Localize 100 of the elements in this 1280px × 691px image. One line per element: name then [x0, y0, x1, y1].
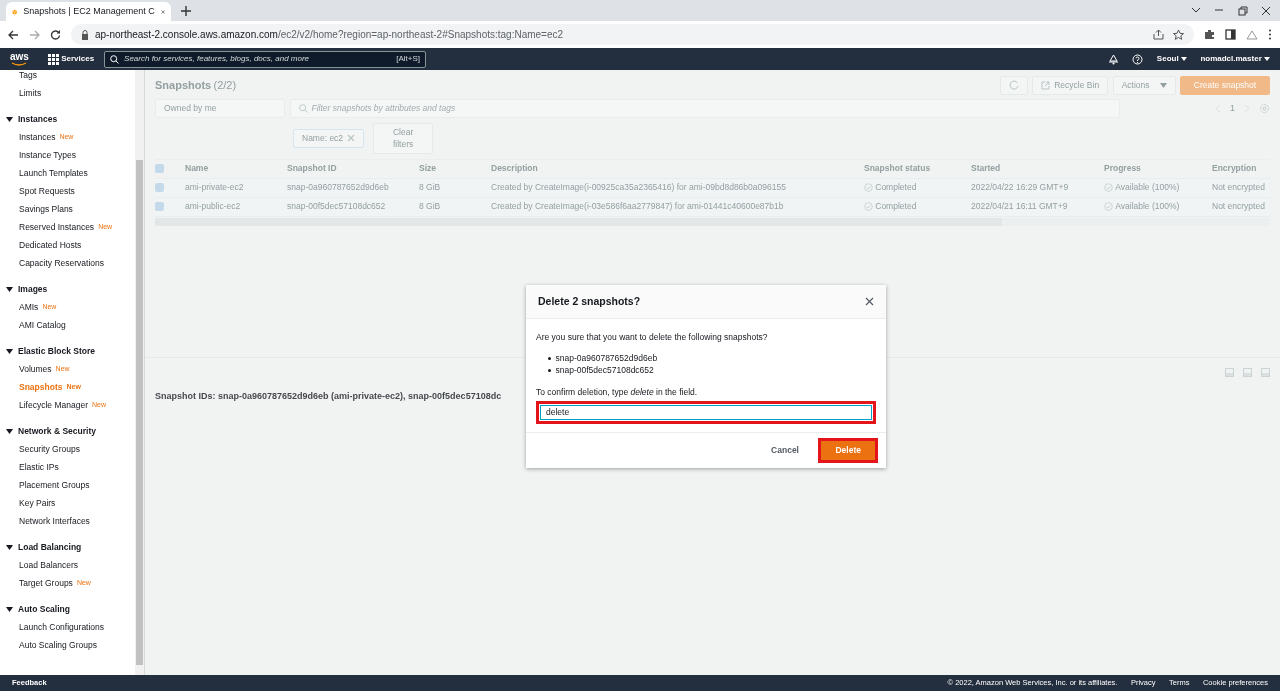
- star-icon[interactable]: [1173, 29, 1184, 40]
- sidebar-item[interactable]: Launch Configurations: [19, 620, 105, 634]
- back-icon[interactable]: [8, 29, 19, 40]
- check-circle-icon: [864, 183, 873, 192]
- sidebar-item[interactable]: Placement Groups: [19, 478, 90, 492]
- url-host: ap-northeast-2.console.aws.amazon.com: [95, 29, 278, 40]
- sidebar-item[interactable]: Instances: [19, 130, 56, 144]
- sidebar-item[interactable]: Load Balancers: [19, 558, 79, 572]
- restore-icon[interactable]: [1237, 5, 1248, 16]
- row-checkbox[interactable]: [155, 183, 164, 192]
- sidebar-item[interactable]: Tags: [6, 70, 135, 84]
- table-cell: Completed: [875, 181, 917, 194]
- sidebar-item[interactable]: Reserved Instances: [19, 220, 95, 234]
- caret-icon[interactable]: [6, 543, 13, 551]
- search-icon: [298, 104, 308, 114]
- external-link-icon: [1041, 80, 1051, 90]
- caret-icon: [1180, 57, 1187, 61]
- details-text: Snapshot IDs: snap-0a960787652d9d6eb (ami-private-ec2), snap-00f5dec57108dc: [155, 389, 502, 403]
- region-menu[interactable]: Seoul: [1156, 53, 1187, 65]
- confirm-text: To confirm deletion, type delete in the field.: [536, 385, 699, 399]
- grid-icon: [47, 53, 59, 65]
- sidebar-item[interactable]: AMIs: [19, 300, 39, 314]
- puzzle-icon[interactable]: [1204, 29, 1215, 40]
- table-cell: 8 GiB: [419, 200, 441, 213]
- sidebar-item[interactable]: Network Interfaces: [19, 514, 90, 528]
- help-icon[interactable]: [1132, 53, 1144, 65]
- snapshot-id: snap-0a960787652d9d6eb: [555, 352, 658, 366]
- account-menu[interactable]: nomadcl.master: [1200, 53, 1270, 65]
- table-cell: 2022/04/21 16:11 GMT+9: [971, 200, 1068, 213]
- sidebar-item[interactable]: Elastic IPs: [19, 460, 59, 474]
- dialog-title: Delete 2 snapshots?: [538, 293, 641, 309]
- sidebar-item[interactable]: Launch Templates: [19, 166, 88, 180]
- reload-icon[interactable]: [50, 29, 61, 40]
- bell-icon[interactable]: [1107, 53, 1119, 65]
- table-cell: ami-public-ec2: [185, 200, 241, 213]
- sidebar-item[interactable]: Security Groups: [19, 442, 80, 456]
- confirm-input[interactable]: delete: [540, 404, 872, 420]
- sidebar-item[interactable]: Lifecycle Manager: [19, 398, 88, 412]
- table-cell: Created by CreateImage(i-03e586f6aa2779847) for ami-01441c40600e87b1b: [491, 200, 784, 213]
- row-checkbox[interactable]: [155, 202, 164, 211]
- sidebar-group-title[interactable]: Images: [18, 282, 48, 296]
- search-placeholder: Search for services, features, blogs, docs, and more: [124, 53, 310, 65]
- sidebar-item[interactable]: Capacity Reservations: [19, 256, 105, 270]
- browser-tab[interactable]: Snapshots | EC2 Management C: [6, 2, 171, 21]
- sidebar-item[interactable]: Target Groups: [19, 576, 73, 590]
- table-cell: snap-0a960787652d9d6eb: [287, 181, 389, 194]
- close-icon[interactable]: [865, 297, 874, 306]
- table-cell: 8 GiB: [419, 181, 441, 194]
- caret-icon: [1159, 82, 1167, 88]
- sidebar-item[interactable]: Auto Scaling Groups: [19, 638, 97, 652]
- sidebar-item[interactable]: Limits: [6, 84, 135, 102]
- plus-icon[interactable]: [181, 6, 191, 16]
- sidebar-group-title[interactable]: Load Balancing: [18, 540, 82, 554]
- sidebar-group-title[interactable]: Auto Scaling: [18, 602, 70, 616]
- table-cell: ami-private-ec2: [185, 181, 244, 194]
- sidebar-icon[interactable]: [1225, 29, 1236, 40]
- search-field[interactable]: Search for services, features, blogs, docs, and more [Alt+S]: [104, 50, 427, 68]
- select-all-checkbox[interactable]: [155, 164, 164, 173]
- scrollbar[interactable]: [135, 70, 144, 675]
- placeholder-text: Filter snapshots by attributes and tags: [311, 102, 456, 115]
- bullet-icon: [548, 357, 551, 361]
- url-path: /ec2/v2/home?region=ap-northeast-2#Snapshots:tag:Name=ec2: [277, 29, 564, 40]
- caret-icon[interactable]: [6, 347, 13, 355]
- close-icon[interactable]: [1261, 5, 1271, 16]
- check-circle-icon: [864, 202, 873, 211]
- dialog-text: Are you sure that you want to delete the following snapshots?: [536, 331, 769, 344]
- snapshot-id: snap-00f5dec57108dc652: [555, 364, 654, 378]
- table-cell: Available (100%): [1115, 200, 1180, 213]
- aws-logo[interactable]: aws: [10, 52, 29, 62]
- sidebar-item[interactable]: Key Pairs: [19, 496, 56, 510]
- shortcut-hint: [Alt+S]: [396, 53, 421, 65]
- caret-icon[interactable]: [6, 427, 13, 435]
- caret-icon: [1264, 57, 1270, 61]
- share-icon[interactable]: [1153, 29, 1164, 40]
- panel-title: Snapshots: [155, 79, 212, 92]
- sidebar-item[interactable]: AMI Catalog: [19, 318, 66, 332]
- tab-title: Snapshots | EC2 Management C: [23, 4, 155, 18]
- profile-icon[interactable]: [1246, 29, 1258, 40]
- address-bar[interactable]: ap-northeast-2.console.aws.amazon.com/ec2/v2/home?region=ap-northeast-2#Snapshots:tag:Name=ec2: [71, 24, 1194, 45]
- sidebar-item[interactable]: Volumes: [19, 362, 52, 376]
- services-button[interactable]: Services: [47, 53, 95, 65]
- check-circle-icon: [1104, 183, 1113, 192]
- search-icon: [110, 54, 120, 64]
- caret-icon[interactable]: [6, 605, 13, 613]
- table-cell: 2022/04/22 16:29 GMT+9: [971, 181, 1069, 194]
- sidebar-item[interactable]: Instance Types: [19, 148, 77, 162]
- check-circle-icon: [1104, 202, 1113, 211]
- sidebar-item[interactable]: Spot Requests: [19, 184, 75, 198]
- chevron-icon[interactable]: [1190, 5, 1201, 14]
- sidebar-item[interactable]: Dedicated Hosts: [19, 238, 82, 252]
- cancel-button[interactable]: Cancel: [765, 442, 805, 458]
- caret-icon[interactable]: [6, 285, 13, 293]
- caret-icon[interactable]: [6, 115, 13, 123]
- table-cell: Created by CreateImage(i-00925ca35a2365416) for ami-09bd8d86b0a096155: [491, 181, 786, 194]
- sidebar-item[interactable]: Savings Plans: [19, 202, 73, 216]
- sidebar-group-title[interactable]: Instances: [18, 112, 58, 126]
- bullet-icon: [548, 369, 551, 373]
- sidebar-group-title[interactable]: Elastic Block Store: [18, 344, 95, 358]
- menu-icon[interactable]: [1268, 29, 1272, 40]
- sidebar-group-title[interactable]: Network & Security: [18, 424, 96, 438]
